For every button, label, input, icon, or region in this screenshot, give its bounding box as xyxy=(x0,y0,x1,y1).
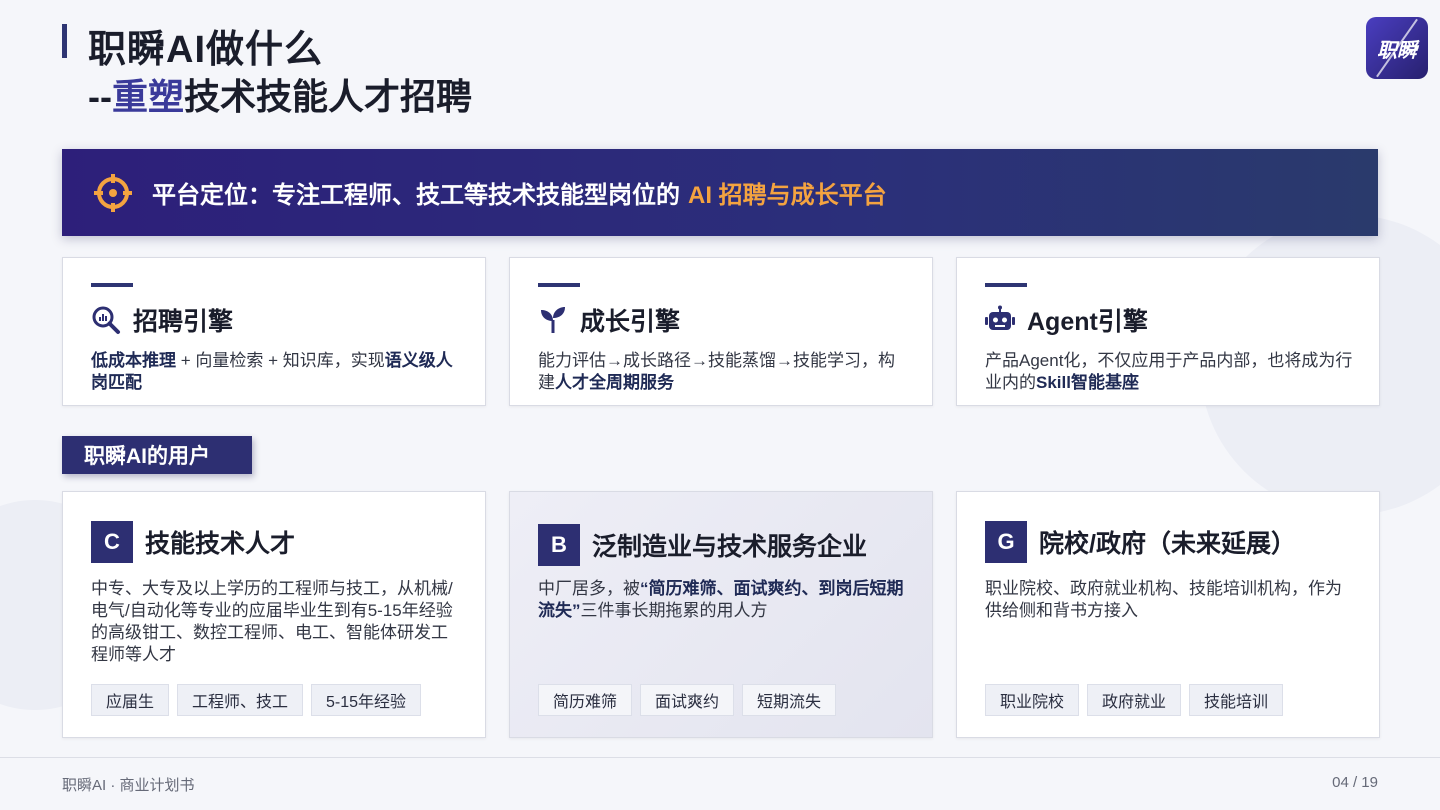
engine-title: 招聘引擎 xyxy=(133,308,234,336)
card-accent-line xyxy=(985,283,1027,287)
user-type-badge: G xyxy=(985,521,1027,563)
tag-chip: 短期流失 xyxy=(742,684,837,716)
tag-list: 应届生 工程师、技工 5-15年经验 xyxy=(91,684,422,716)
positioning-banner: 平台定位：专注工程师、技工等技术技能型岗位的 AI 招聘与成长平台 xyxy=(62,149,1378,236)
robot-icon xyxy=(985,305,1015,330)
engine-description: 低成本推理 + 向量检索 + 知识库，实现语义级人岗匹配 xyxy=(91,351,453,392)
user-card-enterprise: B 泛制造业与技术服务企业 中厂居多，被“简历难筛、面试爽约、到岗后短期流失”三… xyxy=(509,491,933,738)
user-card-government: G 院校/政府（未来延展） 职业院校、政府就业机构、技能培训机构，作为供给侧和背… xyxy=(956,491,1380,738)
tag-chip: 工程师、技工 xyxy=(177,684,304,716)
engine-card-recruitment: 招聘引擎 低成本推理 + 向量检索 + 知识库，实现语义级人岗匹配 xyxy=(62,257,486,406)
target-icon xyxy=(94,173,132,212)
tag-chip: 政府就业 xyxy=(1087,684,1182,716)
user-card-title: 泛制造业与技术服务企业 xyxy=(592,533,868,561)
tag-chip: 面试爽约 xyxy=(640,684,735,716)
user-card-title: 院校/政府（未来延展） xyxy=(1039,530,1296,558)
engine-description: 产品Agent化，不仅应用于产品内部，也将成为行业内的Skill智能基座 xyxy=(985,351,1353,392)
page-number: 04 / 19 xyxy=(1332,774,1378,791)
banner-text: 平台定位：专注工程师、技工等技术技能型岗位的 AI 招聘与成长平台 xyxy=(152,182,887,209)
search-analytics-icon xyxy=(92,306,120,334)
engine-card-header: Agent引擎 xyxy=(985,302,1148,338)
engine-card-header: 招聘引擎 xyxy=(91,302,233,338)
user-card-description: 职业院校、政府就业机构、技能培训机构，作为供给侧和背书方接入 xyxy=(985,579,1342,620)
engine-card-header: 成长引擎 xyxy=(538,302,680,338)
footer-divider xyxy=(0,757,1440,758)
user-card-header: B 泛制造业与技术服务企业 xyxy=(538,524,867,566)
card-accent-line xyxy=(538,283,580,287)
page-title: 职瞬AI做什么 xyxy=(88,29,324,71)
engine-card-growth: 成长引擎 能力评估→成长路径→技能蒸馏→技能学习，构建人才全周期服务 xyxy=(509,257,933,406)
page-subtitle: --重塑技术技能人才招聘 xyxy=(88,76,473,117)
tag-chip: 应届生 xyxy=(91,684,170,716)
tag-list: 简历难筛 面试爽约 短期流失 xyxy=(538,684,837,716)
tag-chip: 简历难筛 xyxy=(538,684,633,716)
user-card-header: G 院校/政府（未来延展） xyxy=(985,521,1296,563)
users-section-tag: 职瞬AI的用户 xyxy=(62,436,252,474)
engine-card-agent: Agent引擎 产品Agent化，不仅应用于产品内部，也将成为行业内的Skill… xyxy=(956,257,1380,406)
tag-chip: 5-15年经验 xyxy=(311,684,422,716)
title-accent-bar xyxy=(62,24,67,58)
user-card-header: C 技能技术人才 xyxy=(91,521,295,563)
user-type-badge: C xyxy=(91,521,133,563)
engine-description: 能力评估→成长路径→技能蒸馏→技能学习，构建人才全周期服务 xyxy=(538,351,895,392)
card-accent-line xyxy=(91,283,133,287)
footer-document-title: 职瞬AI · 商业计划书 xyxy=(62,777,195,794)
tag-chip: 职业院校 xyxy=(985,684,1080,716)
user-card-description: 中专、大专及以上学历的工程师与技工，从机械/电气/自动化等专业的应届毕业生到有5… xyxy=(91,579,453,664)
sprout-icon xyxy=(541,307,565,333)
tag-list: 职业院校 政府就业 技能培训 xyxy=(985,684,1284,716)
user-card-talent: C 技能技术人才 中专、大专及以上学历的工程师与技工，从机械/电气/自动化等专业… xyxy=(62,491,486,738)
engine-title: Agent引擎 xyxy=(1027,308,1148,336)
user-card-description: 中厂居多，被“简历难筛、面试爽约、到岗后短期流失”三件事长期拖累的用人方 xyxy=(538,579,904,620)
engine-title: 成长引擎 xyxy=(580,308,681,336)
user-type-badge: B xyxy=(538,524,580,566)
brand-logo: 职瞬 xyxy=(1366,17,1428,79)
tag-chip: 技能培训 xyxy=(1189,684,1284,716)
user-card-title: 技能技术人才 xyxy=(145,530,296,558)
banner-highlight: AI 招聘与成长平台 xyxy=(688,182,887,209)
